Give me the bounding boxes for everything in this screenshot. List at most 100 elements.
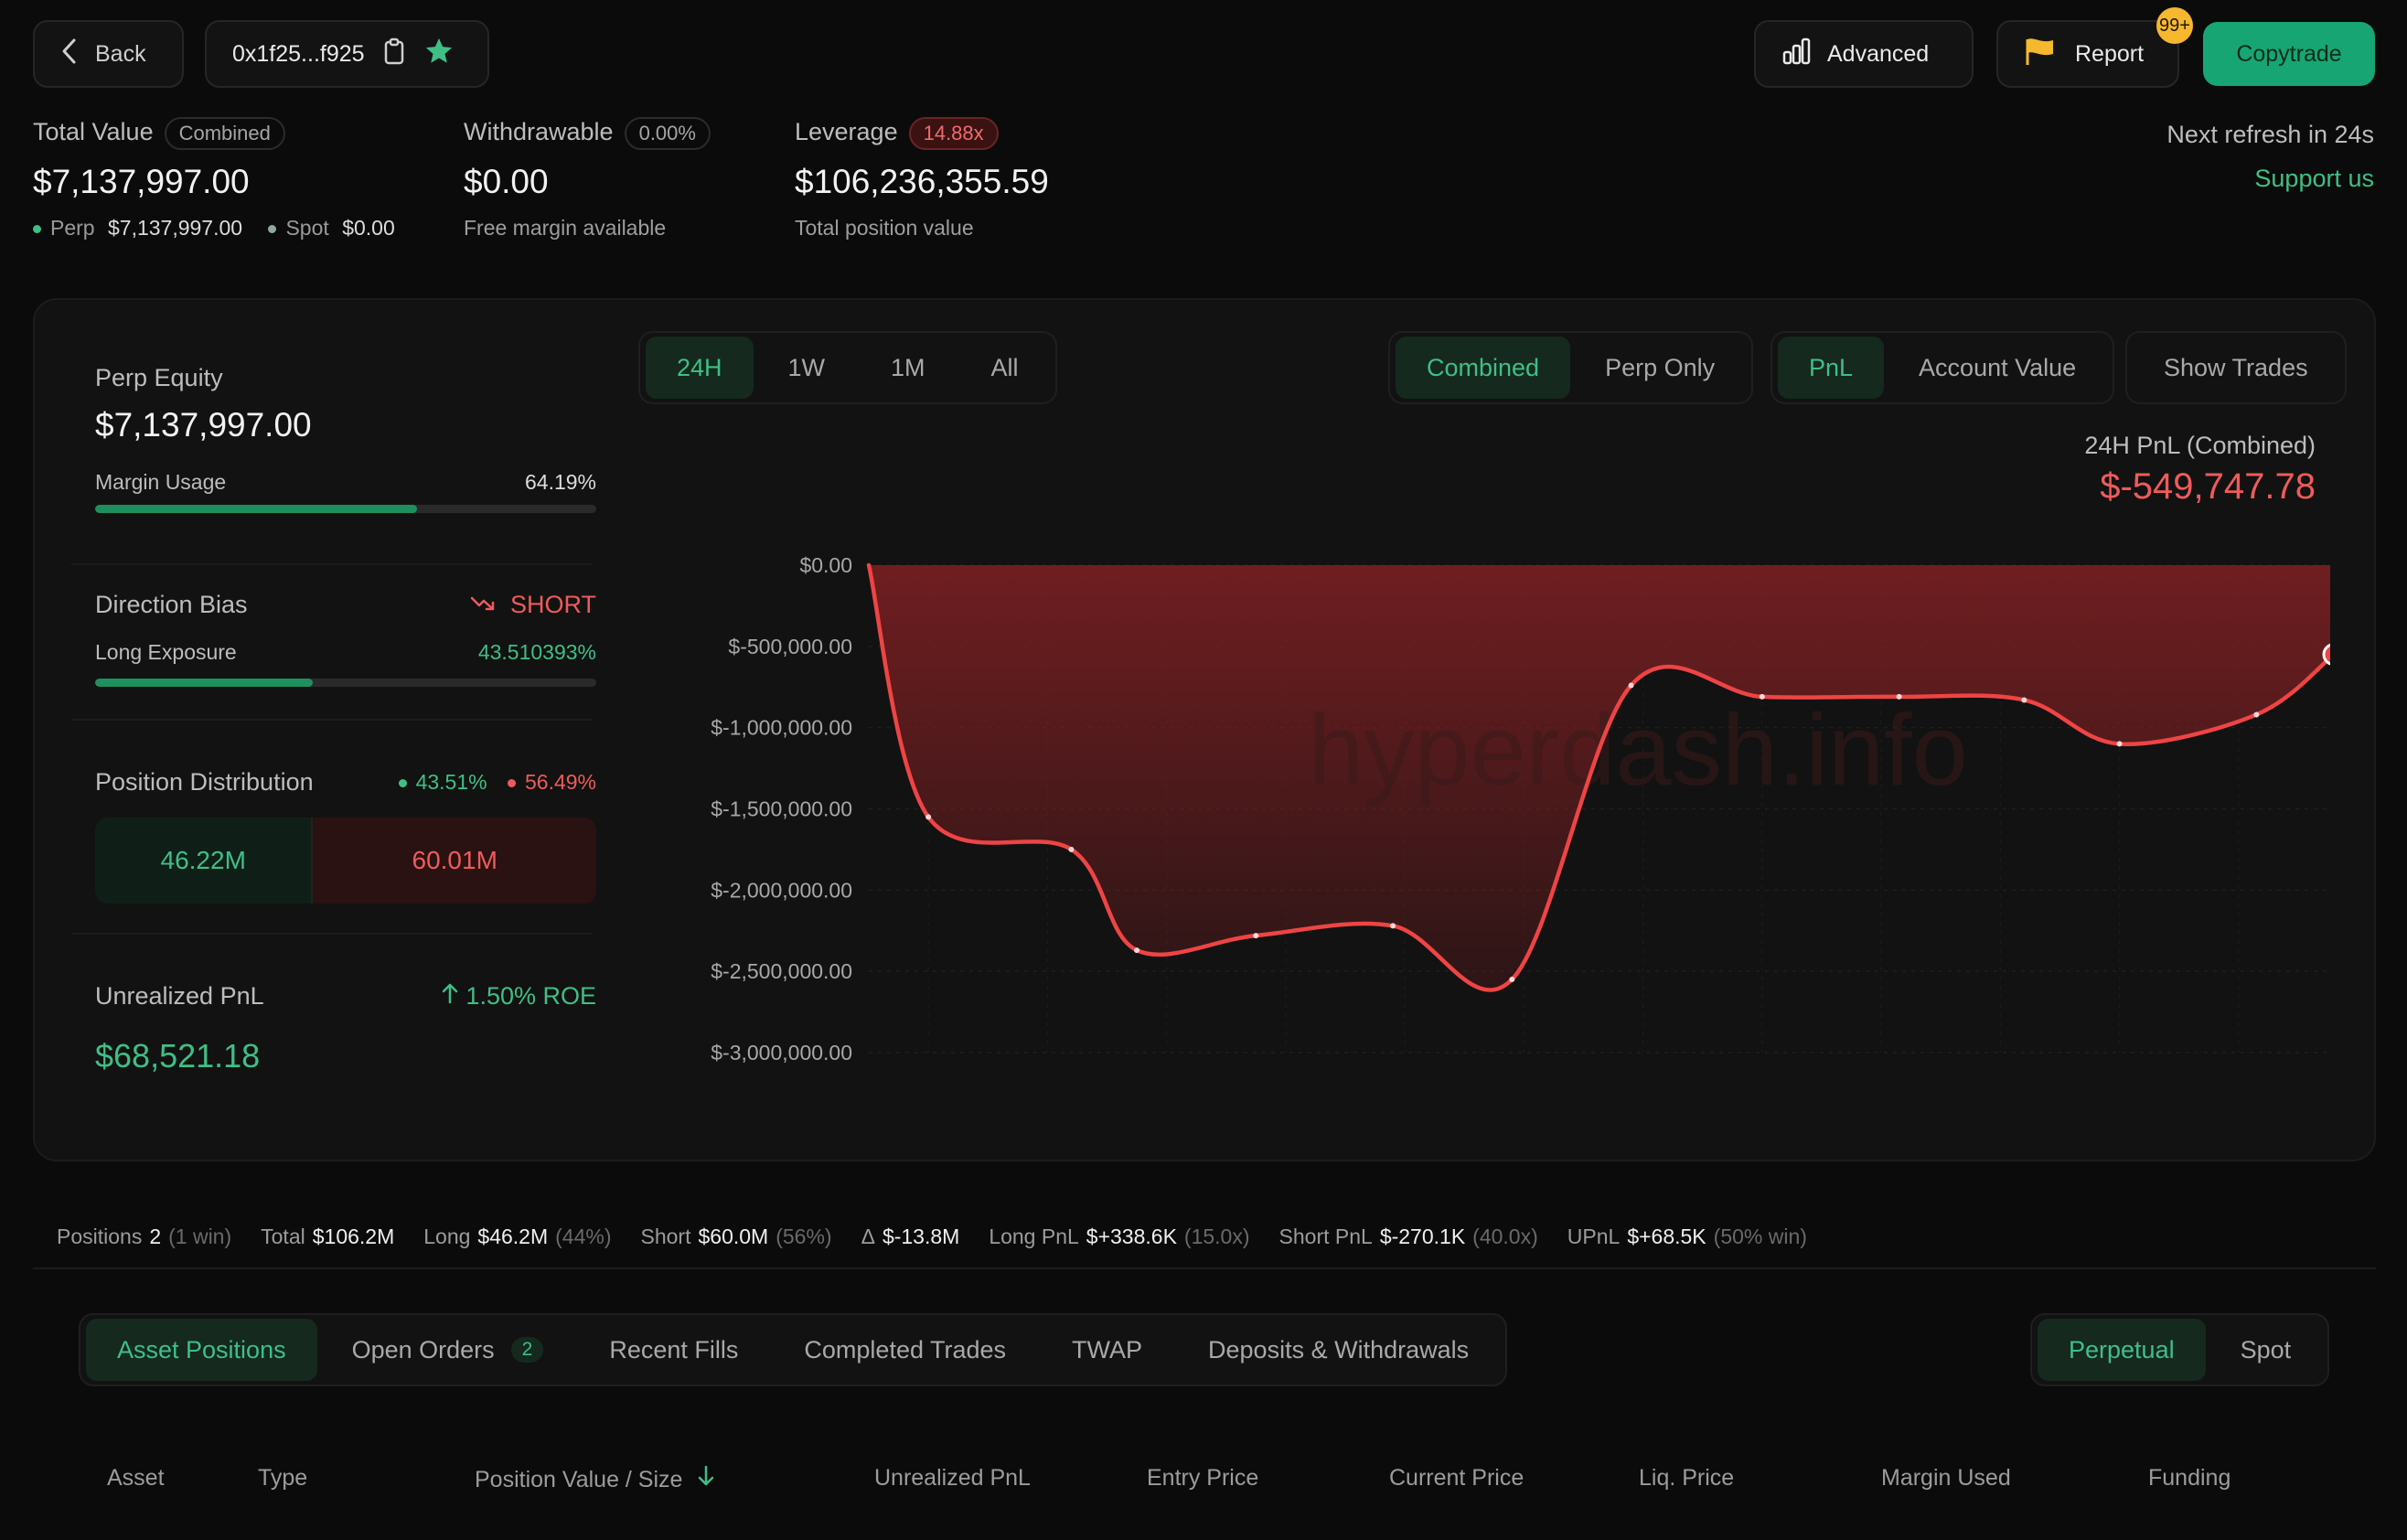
divider [71,719,593,721]
upnl-label: Unrealized PnL [95,982,264,1010]
range-tab-1w[interactable]: 1W [757,337,857,399]
support-link[interactable]: Support us [2254,165,2374,193]
col-current-price[interactable]: Current Price [1389,1465,1524,1492]
dist-short-value: 60.01M [412,846,497,874]
col-margin-used[interactable]: Margin Used [1881,1465,2011,1492]
show-trades-button[interactable]: Show Trades [2133,337,2339,399]
tab-twap[interactable]: TWAP [1041,1319,1173,1381]
y-tick-label: $0.00 [799,553,852,577]
mode-tab-perp-only[interactable]: Perp Only [1574,337,1746,399]
strip-delta: Δ $-13.8M [861,1224,960,1248]
show-trades-box: Show Trades [2125,331,2347,404]
withdrawable-label: Withdrawable [464,118,614,146]
col-liq-price[interactable]: Liq. Price [1639,1465,1734,1492]
advanced-button[interactable]: Advanced [1754,20,1974,88]
perp-equity-label: Perp Equity [95,364,223,391]
metric-tab-label: PnL [1809,353,1854,381]
bar-chart-icon [1781,37,1813,72]
data-point [1896,693,1902,700]
arrow-up-icon [441,982,466,1010]
margin-usage-value: 64.19% [524,470,596,494]
leverage-value: $106,236,355.59 [795,163,1049,200]
pnl-value: $-549,747.78 [2100,466,2316,507]
tab-open-orders[interactable]: Open Orders 2 [321,1319,575,1381]
y-tick-label: $-3,000,000.00 [711,1041,852,1064]
long-exposure-fill [95,679,314,687]
spot-value: $0.00 [342,216,395,240]
long-dot [398,779,407,788]
data-point [1068,846,1075,852]
open-orders-count-badge: 2 [510,1337,544,1363]
star-icon[interactable] [423,36,455,73]
direction-bias-label: Direction Bias [95,591,248,618]
data-point [1628,682,1634,689]
dist-short-pct: 56.49% [524,770,596,794]
bottom-tabs: Asset Positions Open Orders 2 Recent Fills C… [79,1313,1508,1386]
range-tab-24h[interactable]: 24H [646,337,754,399]
trend-down-icon [470,591,503,618]
col-funding[interactable]: Funding [2148,1465,2230,1492]
tab-recent-fills[interactable]: Recent Fills [578,1319,769,1381]
mode-tabs: Combined Perp Only [1388,331,1754,404]
data-point [1509,977,1515,983]
data-point [2021,697,2027,703]
y-tick-label: $-1,500,000.00 [711,797,852,821]
market-tab-label: Perpetual [2069,1335,2175,1364]
metric-tab-pnl[interactable]: PnL [1778,337,1885,399]
market-tab-spot[interactable]: Spot [2209,1319,2323,1381]
pnl-chart: $0.00 $-500,000.00 $-1,000,000.00 $-1,500,0… [711,553,2330,1064]
data-point [1390,923,1396,929]
mode-tab-label: Combined [1427,353,1540,381]
spot-dot [268,225,277,234]
spot-label: Spot [285,216,329,240]
tab-asset-positions[interactable]: Asset Positions [86,1319,317,1381]
long-segment: 46.22M [95,818,314,904]
divider [71,563,593,565]
short-segment: 60.01M [313,818,596,904]
tab-completed-trades[interactable]: Completed Trades [773,1319,1037,1381]
short-dot [507,779,516,788]
distribution-bar: 46.22M 60.01M [95,818,596,904]
range-tab-label: 1W [787,353,826,381]
col-type[interactable]: Type [258,1465,307,1492]
data-point [2253,711,2260,718]
col-position-value[interactable]: Position Value / Size [475,1465,714,1493]
margin-usage-bar [95,505,596,513]
mode-tab-label: Perp Only [1605,353,1716,381]
copytrade-button[interactable]: Copytrade [2203,22,2375,86]
range-tab-all[interactable]: All [960,337,1050,399]
long-exposure-label: Long Exposure [95,640,237,664]
strip-short: Short $60.0M (56%) [640,1224,832,1248]
total-value-label: Total Value [33,118,154,146]
report-label: Report [2075,40,2145,67]
col-unrealized-pnl[interactable]: Unrealized PnL [874,1465,1031,1492]
report-button[interactable]: Report [1996,20,2179,88]
upnl-roe-text: 1.50% ROE [465,982,596,1010]
range-tab-1m[interactable]: 1M [860,337,957,399]
withdrawable-value: $0.00 [464,163,549,200]
perp-value: $7,137,997.00 [107,216,243,240]
tab-label: TWAP [1072,1335,1143,1364]
withdrawable-stat: Withdrawable 0.00% $0.00 Free margin avai… [464,117,711,241]
metric-tab-account-value[interactable]: Account Value [1888,337,2107,399]
portfolio-card: Perp Equity $7,137,997.00 Margin Usage 6… [33,298,2376,1161]
market-tab-perpetual[interactable]: Perpetual [2038,1319,2206,1381]
perp-equity-value: $7,137,997.00 [95,406,312,444]
margin-usage-fill [95,505,417,513]
market-tabs: Perpetual Spot [2030,1313,2330,1386]
y-tick-label: $-1,000,000.00 [711,716,852,740]
col-asset[interactable]: Asset [107,1465,165,1492]
long-exposure-bar [95,679,596,687]
data-point [2116,741,2123,747]
back-button[interactable]: Back [33,20,184,88]
margin-usage-label: Margin Usage [95,470,227,494]
mode-tab-combined[interactable]: Combined [1396,337,1571,399]
strip-positions: Positions 2 (1 win) [57,1224,232,1248]
divider [71,933,593,935]
leverage-chip: 14.88x [908,117,999,150]
col-entry-price[interactable]: Entry Price [1147,1465,1258,1492]
data-point [925,814,932,820]
copy-icon[interactable] [383,37,405,71]
positions-summary-strip: Positions 2 (1 win) Total $106.2M Long $46.2… [33,1205,2376,1269]
tab-deposits-withdrawals[interactable]: Deposits & Withdrawals [1177,1319,1500,1381]
